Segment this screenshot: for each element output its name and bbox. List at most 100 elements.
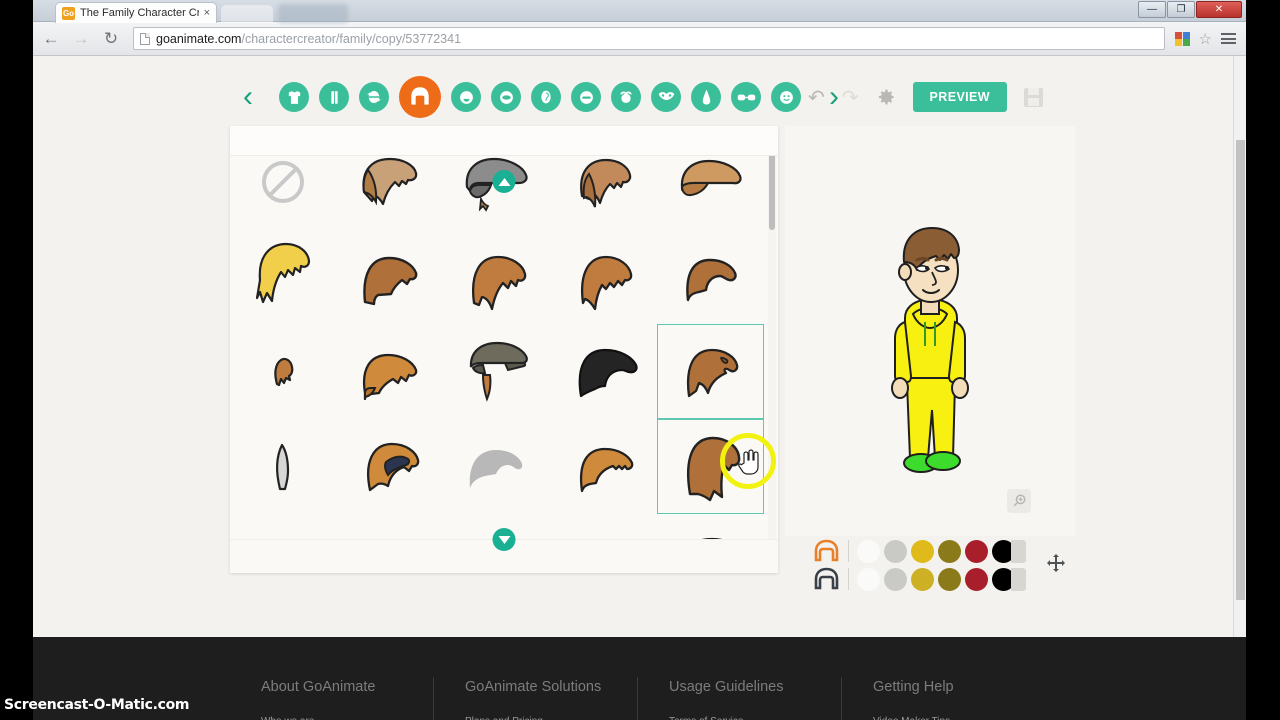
footer-link[interactable]: Terms of Service <box>669 716 841 720</box>
page-info-icon <box>140 32 150 45</box>
swatch-red[interactable] <box>965 567 988 591</box>
new-tab-button[interactable] <box>221 5 273 23</box>
browser-titlebar: Go The Family Character Crea × — ❐ ✕ <box>33 0 1246 23</box>
site-footer: About GoAnimate Who we are GoAnimate Sol… <box>33 637 1246 720</box>
hair-option-sleek-brown[interactable] <box>657 324 764 419</box>
address-bar[interactable]: goanimate.com/charactercreator/family/co… <box>133 27 1165 50</box>
page-scrollbar-thumb[interactable] <box>1236 140 1245 600</box>
category-chin[interactable] <box>451 82 481 112</box>
category-eyes[interactable] <box>651 82 681 112</box>
hair-option-thick-black[interactable] <box>550 324 657 419</box>
palette-row-front-hair <box>813 539 1026 563</box>
page-viewport: ‹ › ↶ ↷ PREVIEW <box>33 56 1246 637</box>
window-minimize-button[interactable]: — <box>1138 1 1166 18</box>
url-domain: goanimate.com <box>156 31 242 46</box>
reload-icon[interactable]: ↻ <box>101 29 121 49</box>
magnifier-zoom-in-icon[interactable] <box>1007 489 1031 513</box>
category-pants[interactable] <box>319 82 349 112</box>
swatch-white[interactable] <box>857 567 880 591</box>
swatch-red[interactable] <box>965 539 988 563</box>
window-maximize-button[interactable]: ❐ <box>1167 1 1195 18</box>
category-mouth[interactable] <box>491 82 521 112</box>
category-hair[interactable] <box>399 76 441 118</box>
swatch-yellow[interactable] <box>911 539 934 563</box>
hair-option-curly-brown[interactable] <box>550 229 657 324</box>
grid-scrollbar-track[interactable] <box>768 136 776 563</box>
back-icon[interactable]: ← <box>41 29 61 49</box>
hair-option-comma-brown[interactable] <box>657 229 764 324</box>
tab-favicon-icon: Go <box>62 6 75 20</box>
move-arrows-icon[interactable] <box>1046 553 1066 578</box>
hair-option-wave-brown[interactable] <box>444 229 551 324</box>
hair-option-hook-brown[interactable] <box>337 229 444 324</box>
hair-option-ridged-orange[interactable] <box>550 419 657 514</box>
undo-icon[interactable]: ↶ <box>808 85 825 110</box>
save-icon[interactable] <box>1024 87 1043 107</box>
browser-tab-active[interactable]: Go The Family Character Crea × <box>55 2 217 23</box>
page-scrollbar-track[interactable] <box>1233 56 1246 637</box>
grid-scroll-down-button[interactable] <box>492 528 516 551</box>
palette-swatches-front <box>857 539 1026 563</box>
tab-close-icon[interactable]: × <box>204 7 210 19</box>
category-list <box>279 76 801 118</box>
hair-option-swish-gray[interactable] <box>444 419 551 514</box>
swatch-white[interactable] <box>857 539 880 563</box>
swatch-olive[interactable] <box>938 539 961 563</box>
hair-front-outline-icon[interactable] <box>813 539 840 563</box>
preview-button[interactable]: PREVIEW <box>912 82 1007 112</box>
character-avatar[interactable] <box>873 218 988 498</box>
hair-option-cap-olive[interactable] <box>444 324 551 419</box>
category-head-swap[interactable] <box>359 82 389 112</box>
address-bar-url: goanimate.com/charactercreator/family/co… <box>156 32 461 46</box>
swatch-olive[interactable] <box>938 567 961 591</box>
footer-heading: Usage Guidelines <box>669 679 784 695</box>
category-nose[interactable] <box>691 82 721 112</box>
window-controls: — ❐ ✕ <box>1138 1 1242 18</box>
category-eyebrows[interactable] <box>611 82 641 112</box>
footer-link[interactable]: Who we are <box>261 716 433 720</box>
footer-column-solutions: GoAnimate Solutions Plans and Pricing <box>433 677 637 720</box>
footer-link[interactable]: Video Maker Tips <box>873 716 1045 720</box>
hair-grid-scroll-area[interactable] <box>230 134 764 565</box>
browser-navbar: ← → ↻ goanimate.com/charactercreator/fam… <box>33 22 1246 56</box>
swatch-gray[interactable] <box>884 567 907 591</box>
palette-more-colors-front[interactable] <box>1011 539 1026 563</box>
letterbox-right <box>1246 0 1280 720</box>
color-palette <box>813 536 1066 594</box>
hamburger-menu-icon[interactable] <box>1221 33 1236 44</box>
gear-icon[interactable] <box>876 87 896 107</box>
navbar-actions: ☆ <box>1174 30 1238 48</box>
hair-option-two-tone-navy[interactable] <box>337 419 444 514</box>
character-creator-app: ‹ › ↶ ↷ PREVIEW <box>33 56 1233 637</box>
hair-grid <box>230 134 764 565</box>
forward-icon[interactable]: → <box>71 29 91 49</box>
category-expression[interactable] <box>771 82 801 112</box>
palette-more-colors-back[interactable] <box>1011 567 1026 591</box>
titlebar-artifact <box>278 4 348 23</box>
palette-swatches-back <box>857 567 1026 591</box>
swatch-gray[interactable] <box>884 539 907 563</box>
url-path: /charactercreator/family/copy/53772341 <box>241 31 462 46</box>
hair-option-layered-orange[interactable] <box>337 324 444 419</box>
category-ear[interactable] <box>531 82 561 112</box>
hair-back-outline-icon[interactable] <box>813 567 840 591</box>
swatch-yellow[interactable] <box>911 567 934 591</box>
hair-option-tuft-small[interactable] <box>230 324 337 419</box>
hair-option-sliver-gray[interactable] <box>230 419 337 514</box>
grid-scroll-up-button[interactable] <box>492 170 516 193</box>
puzzle-extension-icon[interactable] <box>1174 31 1190 46</box>
hair-option-spiky-blonde[interactable] <box>230 229 337 324</box>
category-glasses[interactable] <box>731 82 761 112</box>
window-close-button[interactable]: ✕ <box>1196 1 1242 18</box>
redo-icon[interactable]: ↷ <box>842 85 859 110</box>
category-toolbar: ‹ › <box>33 71 1233 123</box>
category-teeth[interactable] <box>571 82 601 112</box>
scroll-up-arrow-icon <box>498 177 510 186</box>
picker-header <box>230 126 778 156</box>
footer-column-guidelines: Usage Guidelines Terms of Service <box>637 677 841 720</box>
category-shirt[interactable] <box>279 82 309 112</box>
footer-link[interactable]: Plans and Pricing <box>465 716 637 720</box>
category-prev-arrow[interactable]: ‹ <box>231 82 265 112</box>
palette-row-back-hair <box>813 567 1026 591</box>
bookmark-star-icon[interactable]: ☆ <box>1199 30 1212 48</box>
